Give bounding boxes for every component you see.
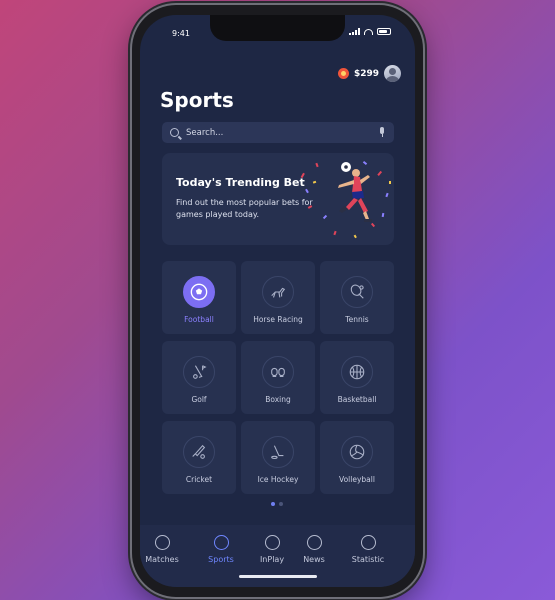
page-indicator <box>271 502 283 506</box>
sport-tile-label: Golf <box>191 395 207 404</box>
sport-tile-tennis[interactable]: Tennis <box>320 261 394 334</box>
nav-item-label: Matches <box>145 555 179 564</box>
sport-tile-label: Cricket <box>185 475 213 484</box>
nav-item-label: News <box>303 555 325 564</box>
nav-item-label: InPlay <box>259 555 285 564</box>
status-time: 9:41 <box>172 29 190 38</box>
horse-icon <box>262 276 294 308</box>
status-icons <box>349 28 391 35</box>
matches-icon <box>154 535 170 550</box>
sport-tile-cricket[interactable]: Cricket <box>162 421 236 494</box>
microphone-icon[interactable] <box>378 127 386 138</box>
statistic-icon <box>360 535 376 550</box>
avatar[interactable] <box>384 65 401 82</box>
coin-icon <box>337 68 349 79</box>
trending-bet-banner[interactable]: Today's Trending Bet Find out the most p… <box>162 153 394 245</box>
sport-tile-golf[interactable]: Golf <box>162 341 236 414</box>
tennis-icon <box>341 276 373 308</box>
battery-icon <box>377 28 391 35</box>
sport-tile-label: Horse Racing <box>253 315 303 324</box>
sports-grid: Football Horse Racing Tennis Golf Boxing Bask… <box>162 261 395 494</box>
account-bar: $299 <box>337 65 401 82</box>
sport-tile-ice-hockey[interactable]: Ice Hockey <box>241 421 315 494</box>
notch <box>210 15 345 41</box>
signal-icon <box>349 28 360 35</box>
sport-tile-label: Basketball <box>337 395 377 404</box>
page-dot[interactable] <box>279 502 283 506</box>
nav-item-news[interactable]: News <box>289 535 339 564</box>
ice-hockey-icon <box>262 436 294 468</box>
boxing-icon <box>262 356 294 388</box>
search-icon <box>170 128 179 137</box>
balance[interactable]: $299 <box>354 69 379 79</box>
home-indicator <box>239 575 317 578</box>
football-icon <box>183 276 215 308</box>
sport-tile-label: Volleyball <box>339 475 375 484</box>
sports-icon <box>213 535 229 550</box>
sport-tile-label: Boxing <box>265 395 291 404</box>
wifi-icon <box>364 28 373 35</box>
sport-tile-label: Football <box>184 315 214 324</box>
sport-tile-football[interactable]: Football <box>162 261 236 334</box>
nav-item-statistic[interactable]: Statistic <box>343 535 393 564</box>
news-icon <box>306 535 322 550</box>
golf-icon <box>183 356 215 388</box>
nav-item-matches[interactable]: Matches <box>140 535 187 564</box>
page-title: Sports <box>160 88 234 112</box>
nav-item-label: Sports <box>208 555 234 564</box>
inplay-icon <box>264 535 280 550</box>
banner-title: Today's Trending Bet <box>176 176 305 189</box>
search-bar[interactable] <box>162 122 394 143</box>
sport-tile-boxing[interactable]: Boxing <box>241 341 315 414</box>
search-input[interactable] <box>186 127 378 138</box>
footballer-illustration <box>300 160 391 239</box>
nav-item-label: Statistic <box>351 555 385 564</box>
sport-tile-horse-racing[interactable]: Horse Racing <box>241 261 315 334</box>
phone-frame: 9:41 $299 Sports Today's Trending Bet Fi… <box>132 5 423 597</box>
page-dot[interactable] <box>271 502 275 506</box>
cricket-icon <box>183 436 215 468</box>
volleyball-icon <box>341 436 373 468</box>
sport-tile-label: Tennis <box>345 315 369 324</box>
sport-tile-volleyball[interactable]: Volleyball <box>320 421 394 494</box>
nav-item-sports[interactable]: Sports <box>196 535 246 564</box>
basketball-icon <box>341 356 373 388</box>
app-screen: 9:41 $299 Sports Today's Trending Bet Fi… <box>140 15 415 587</box>
sport-tile-label: Ice Hockey <box>257 475 299 484</box>
sport-tile-basketball[interactable]: Basketball <box>320 341 394 414</box>
